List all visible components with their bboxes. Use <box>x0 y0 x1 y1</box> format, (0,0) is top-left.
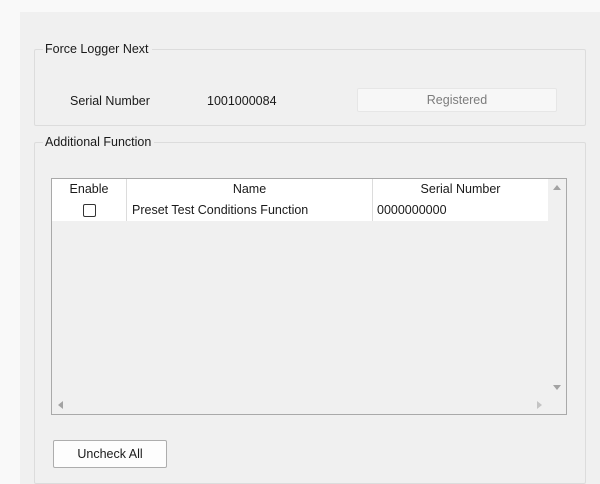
settings-panel: Force Logger Next Serial Number 10010000… <box>20 12 600 484</box>
table-header-row: Enable Name Serial Number <box>52 179 548 200</box>
function-table: Enable Name Serial Number Preset Test Co… <box>51 178 567 415</box>
column-header-name[interactable]: Name <box>127 179 373 200</box>
table-row[interactable]: Preset Test Conditions Function 00000000… <box>52 200 548 221</box>
scroll-right-arrow-icon[interactable] <box>537 401 542 409</box>
table-cell-name: Preset Test Conditions Function <box>127 200 373 221</box>
scroll-down-arrow-icon[interactable] <box>553 385 561 390</box>
scroll-left-arrow-icon[interactable] <box>58 401 63 409</box>
force-logger-groupbox: Force Logger Next Serial Number 10010000… <box>34 41 586 126</box>
force-logger-title: Force Logger Next <box>43 41 152 57</box>
column-header-enable[interactable]: Enable <box>52 179 127 200</box>
serial-number-value: 1001000084 <box>207 94 277 108</box>
additional-function-groupbox: Additional Function Enable Name Serial N… <box>34 134 586 484</box>
horizontal-scrollbar[interactable] <box>52 396 548 414</box>
scrollbar-corner <box>548 396 566 414</box>
additional-function-title: Additional Function <box>43 134 155 150</box>
vertical-scrollbar[interactable] <box>548 179 566 396</box>
scroll-up-arrow-icon[interactable] <box>553 185 561 190</box>
registration-status-field: Registered <box>357 88 557 112</box>
uncheck-all-button[interactable]: Uncheck All <box>53 440 167 468</box>
table-cell-enable <box>52 200 127 221</box>
serial-number-label: Serial Number <box>70 94 150 108</box>
function-table-body: Enable Name Serial Number Preset Test Co… <box>52 179 548 396</box>
table-cell-serial-number: 0000000000 <box>377 203 447 217</box>
column-header-serial-number[interactable]: Serial Number <box>373 179 548 200</box>
enable-checkbox[interactable] <box>83 204 96 217</box>
